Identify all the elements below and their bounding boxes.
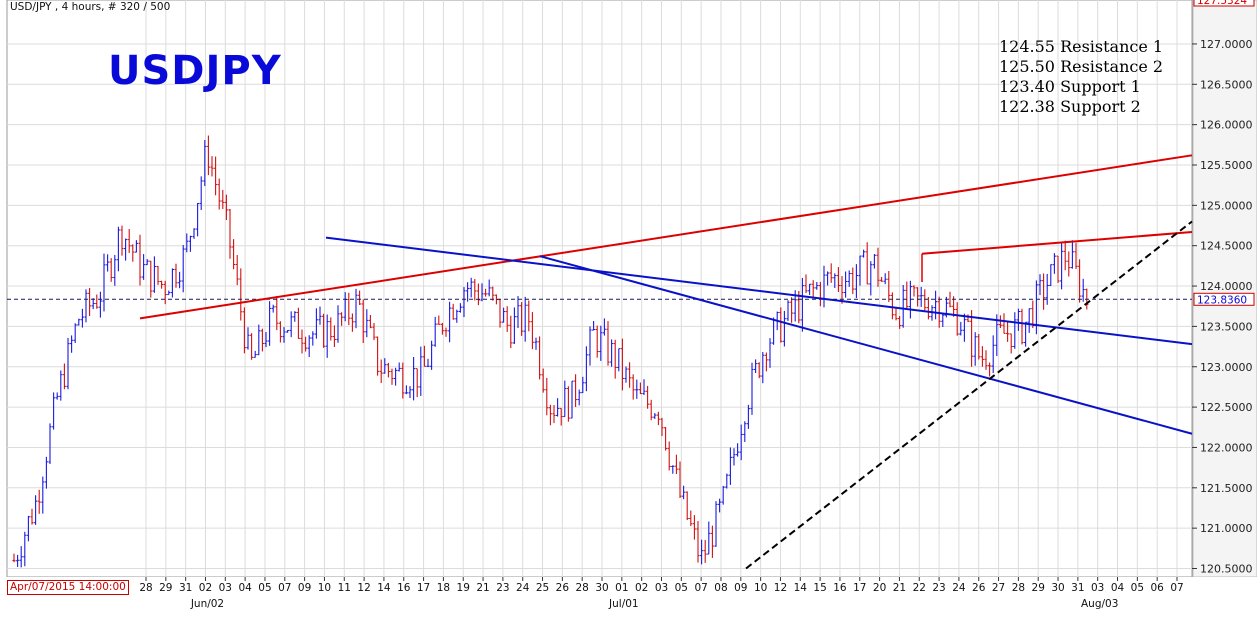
x-tick-label: 16: [397, 582, 411, 594]
x-tick-label: 05: [675, 582, 688, 594]
x-tick-label: 21: [893, 582, 906, 594]
x-tick-label: 26: [556, 582, 570, 594]
x-tick-label: 07: [278, 582, 291, 594]
x-tick-label: 25: [536, 582, 549, 594]
symbol-header: USD/JPY , 4 hours, # 320 / 500: [10, 1, 171, 13]
y-tick-label: 126.5000: [1200, 78, 1253, 91]
y-tick-label: 120.5000: [1200, 563, 1253, 576]
x-tick-label: 19: [457, 582, 470, 594]
x-tick-label: 28: [1012, 582, 1025, 594]
x-tick-label: 31: [1071, 582, 1084, 594]
levels-legend: 124.55 Resistance 1 125.50 Resistance 2 …: [999, 37, 1163, 117]
x-tick-label: 08: [714, 582, 727, 594]
x-tick-label: 04: [238, 582, 252, 594]
x-tick-label: 11: [338, 582, 351, 594]
x-tick-label: 17: [417, 582, 430, 594]
y-tick-label: 127.0000: [1200, 38, 1253, 51]
y-tick-label: 121.5000: [1200, 482, 1253, 495]
x-tick-label: 03: [655, 582, 668, 594]
x-tick-label: 05: [1131, 582, 1144, 594]
y-tick-label: 123.0000: [1200, 361, 1253, 374]
x-tick-label: 27: [992, 582, 1005, 594]
x-tick-label: 05: [258, 582, 271, 594]
current-price-label: 123.8360: [1197, 294, 1247, 306]
x-tick-label: 28: [139, 582, 152, 594]
x-tick-label: 14: [794, 582, 808, 594]
x-tick-label: 10: [754, 582, 767, 594]
x-tick-label: 03: [219, 582, 232, 594]
x-tick-label: 30: [595, 582, 608, 594]
x-tick-label: 06: [1150, 582, 1164, 594]
level-resistance-1: 124.55 Resistance 1: [999, 37, 1164, 56]
x-tick-label: 20: [873, 582, 886, 594]
x-tick-label: 12: [774, 582, 787, 594]
level-support-1: 123.40 Support 1: [999, 77, 1141, 96]
x-tick-label: 16: [833, 582, 847, 594]
x-tick-label: 29: [1032, 582, 1045, 594]
x-tick-label: 23: [932, 582, 945, 594]
level-support-2: 122.38 Support 2: [999, 97, 1141, 116]
y-tick-label: 122.5000: [1200, 401, 1253, 414]
x-tick-label: 29: [159, 582, 172, 594]
x-tick-label: 24: [952, 582, 966, 594]
y-tick-label: 125.0000: [1200, 199, 1253, 212]
y-tick-label: 122.0000: [1200, 441, 1253, 454]
x-tick-label: 26: [972, 582, 986, 594]
x-tick-label: 03: [1091, 582, 1104, 594]
y-tick-label: 125.5000: [1200, 159, 1253, 172]
level-resistance-2: 125.50 Resistance 2: [999, 57, 1164, 76]
cursor-date-label: Apr/07/2015 14:00:00: [7, 580, 129, 595]
x-tick-label: 17: [853, 582, 866, 594]
x-tick-label: 10: [318, 582, 331, 594]
chart-frame: 120.5000 121.0000 121.5000 122.0000 122.5000…: [0, 0, 1257, 620]
x-tick-label: 09: [734, 582, 747, 594]
x-tick-label: 07: [1170, 582, 1183, 594]
month-label: Jun/02: [190, 598, 224, 610]
y-tick-label: 126.0000: [1200, 119, 1253, 132]
x-tick-label: 24: [516, 582, 530, 594]
x-tick-label: 04: [1111, 582, 1125, 594]
x-tick-label: 02: [199, 582, 212, 594]
y-tick-label: 121.0000: [1200, 522, 1253, 535]
x-tick-label: 31: [179, 582, 192, 594]
x-tick-label: 15: [813, 582, 826, 594]
x-tick-label: 07: [694, 582, 707, 594]
month-label: Aug/03: [1081, 598, 1118, 610]
y-tick-label: 124.5000: [1200, 240, 1253, 253]
x-tick-label: 02: [635, 582, 648, 594]
x-tick-label: 14: [377, 582, 391, 594]
y-tick-label: 124.0000: [1200, 280, 1253, 293]
x-tick-label: 22: [913, 582, 926, 594]
x-tick-label: 12: [357, 582, 370, 594]
x-tick-label: 23: [496, 582, 509, 594]
x-tick-label: 21: [476, 582, 489, 594]
top-price-label: 127.5324: [1197, 0, 1247, 7]
y-tick-label: 123.5000: [1200, 320, 1253, 333]
chart-title: USDJPY: [108, 48, 282, 94]
x-tick-label: 01: [615, 582, 628, 594]
month-label: Jul/01: [608, 598, 639, 610]
x-tick-label: 28: [576, 582, 589, 594]
x-tick-label: 09: [298, 582, 311, 594]
x-tick-label: 30: [1051, 582, 1064, 594]
x-tick-label: 18: [437, 582, 450, 594]
